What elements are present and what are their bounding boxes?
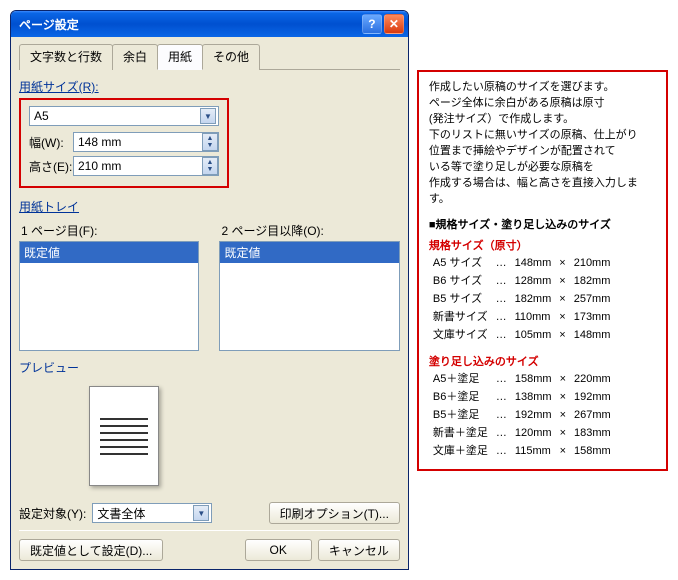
info-text: 位置まで挿絵やデザインが配置されて — [429, 144, 656, 160]
table-row: B6 サイズ…128mm×182mm — [429, 273, 614, 291]
titlebar: ページ設定 ? ✕ — [11, 11, 408, 37]
apply-to-value: 文書全体 — [97, 505, 193, 522]
list-item[interactable]: 既定値 — [220, 242, 398, 263]
info-subheading: 規格サイズ（原寸） — [429, 239, 656, 255]
info-text: 作成する場合は、幅と高さを直接入力します。 — [429, 176, 656, 208]
cancel-button[interactable]: キャンセル — [318, 539, 400, 561]
table-row: A5 サイズ…148mm×210mm — [429, 255, 614, 273]
apply-to-select[interactable]: 文書全体 ▼ — [92, 503, 212, 523]
width-value: 148 mm — [78, 135, 202, 149]
close-button[interactable]: ✕ — [384, 14, 404, 34]
info-text: 下のリストに無いサイズの原稿、仕上がり — [429, 128, 656, 144]
info-text: 作成したい原稿のサイズを選びます。 — [429, 80, 656, 96]
table-row: B6＋塗足…138mm×192mm — [429, 389, 615, 407]
standard-size-table: A5 サイズ…148mm×210mmB6 サイズ…128mm×182mmB5 サ… — [429, 255, 614, 345]
chevron-down-icon: ▼ — [200, 108, 216, 124]
tray-other-list[interactable]: 既定値 — [219, 241, 399, 351]
preview-area — [19, 376, 400, 496]
tab-other[interactable]: その他 — [202, 44, 260, 70]
page-thumbnail — [89, 386, 159, 486]
list-item[interactable]: 既定値 — [20, 242, 198, 263]
width-label: 幅(W): — [29, 134, 73, 151]
set-default-button[interactable]: 既定値として設定(D)... — [19, 539, 163, 561]
bleed-size-table: A5＋塗足…158mm×220mmB6＋塗足…138mm×192mmB5＋塗足…… — [429, 371, 615, 461]
info-text: (発注サイズ）で作成します。 — [429, 112, 656, 128]
info-text: いる等で塗り足しが必要な原稿を — [429, 160, 656, 176]
paper-size-label: 用紙サイズ(R): — [19, 78, 400, 98]
tray-group-label: 用紙トレイ — [19, 198, 400, 218]
tray-first-list[interactable]: 既定値 — [19, 241, 199, 351]
paper-size-combo[interactable]: A5 ▼ — [29, 106, 219, 126]
info-subheading: 塗り足し込みのサイズ — [429, 355, 656, 371]
tab-bar: 文字数と行数 余白 用紙 その他 — [19, 43, 400, 70]
tab-margins[interactable]: 余白 — [112, 44, 158, 70]
spinner-arrows-icon: ▲▼ — [202, 133, 218, 151]
table-row: 新書＋塗足…120mm×183mm — [429, 425, 615, 443]
tray-other-label: 2 ページ目以降(O): — [221, 222, 399, 239]
preview-label: プレビュー — [19, 359, 400, 376]
paper-size-value: A5 — [34, 109, 200, 123]
info-heading: ■規格サイズ・塗り足し込みのサイズ — [429, 218, 656, 234]
window-title: ページ設定 — [19, 16, 360, 33]
height-label: 高さ(E): — [29, 158, 73, 175]
width-spinner[interactable]: 148 mm ▲▼ — [73, 132, 219, 152]
tray-first-label: 1 ページ目(F): — [21, 222, 199, 239]
apply-to-label: 設定対象(Y): — [19, 505, 86, 522]
table-row: B5＋塗足…192mm×267mm — [429, 407, 615, 425]
paper-size-group: A5 ▼ 幅(W): 148 mm ▲▼ 高さ(E): 210 mm ▲▼ — [19, 98, 229, 188]
table-row: 文庫＋塗足…115mm×158mm — [429, 443, 615, 461]
tab-chars-lines[interactable]: 文字数と行数 — [19, 44, 113, 70]
height-value: 210 mm — [78, 159, 202, 173]
info-panel: 作成したい原稿のサイズを選びます。 ページ全体に余白がある原稿は原寸 (発注サイ… — [417, 70, 668, 471]
table-row: B5 サイズ…182mm×257mm — [429, 291, 614, 309]
table-row: A5＋塗足…158mm×220mm — [429, 371, 615, 389]
chevron-down-icon: ▼ — [193, 505, 209, 521]
tab-paper[interactable]: 用紙 — [157, 44, 203, 70]
info-text: ページ全体に余白がある原稿は原寸 — [429, 96, 656, 112]
page-setup-dialog: ページ設定 ? ✕ 文字数と行数 余白 用紙 その他 用紙サイズ(R): A5 … — [10, 10, 409, 570]
ok-button[interactable]: OK — [245, 539, 312, 561]
table-row: 文庫サイズ…105mm×148mm — [429, 327, 614, 345]
spinner-arrows-icon: ▲▼ — [202, 157, 218, 175]
height-spinner[interactable]: 210 mm ▲▼ — [73, 156, 219, 176]
table-row: 新書サイズ…110mm×173mm — [429, 309, 614, 327]
print-options-button[interactable]: 印刷オプション(T)... — [269, 502, 400, 524]
help-button[interactable]: ? — [362, 14, 382, 34]
